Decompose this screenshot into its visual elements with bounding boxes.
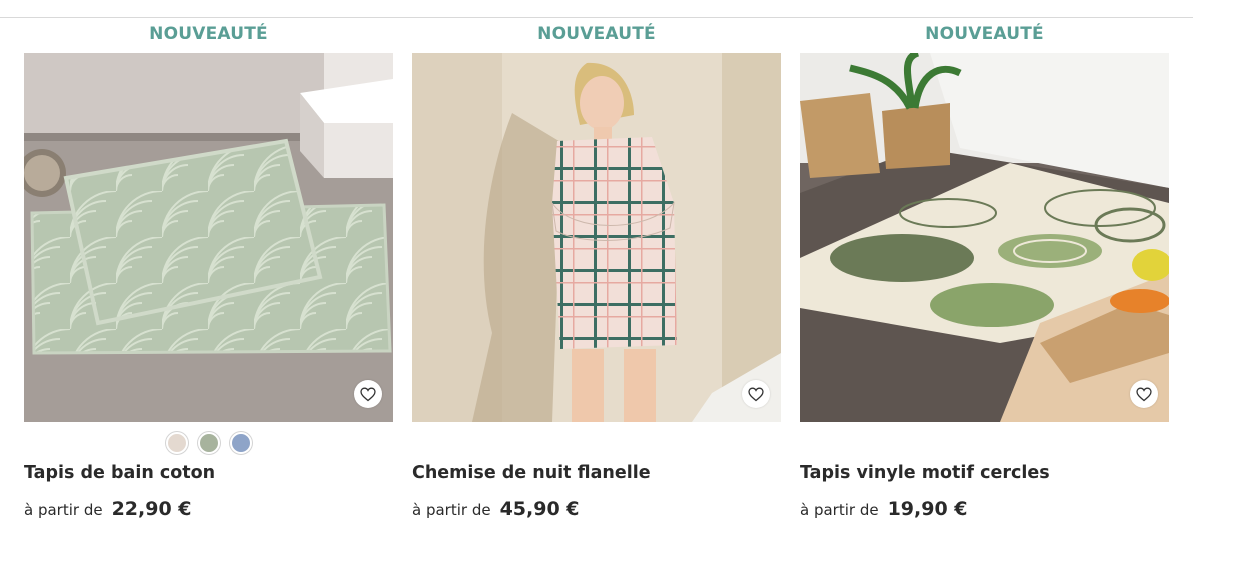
- price-prefix: à partir de: [800, 501, 879, 519]
- heart-outline-icon: [360, 387, 376, 401]
- swatch-spacer: [412, 422, 781, 464]
- product-card[interactable]: NOUVEAUTÉ: [24, 18, 393, 520]
- product-image[interactable]: [800, 53, 1169, 422]
- product-title[interactable]: Tapis vinyle motif cercles: [800, 460, 1169, 486]
- price-row: à partir de 45,90 €: [412, 498, 781, 520]
- color-swatches: [24, 422, 393, 464]
- nightshirt-photo: [412, 53, 781, 422]
- product-grid: NOUVEAUTÉ Tapis de bain coton à partir d…: [24, 18, 1169, 538]
- product-image[interactable]: [412, 53, 781, 422]
- product-title[interactable]: Tapis de bain coton: [24, 460, 393, 486]
- vinyl-rug-photo: [800, 53, 1169, 422]
- new-badge: NOUVEAUTÉ: [925, 24, 1044, 44]
- product-price: 22,90 €: [111, 498, 192, 520]
- product-price: 45,90 €: [499, 498, 580, 520]
- product-price: 19,90 €: [887, 498, 968, 520]
- product-image[interactable]: [24, 53, 393, 422]
- heart-outline-icon: [1136, 387, 1152, 401]
- price-row: à partir de 19,90 €: [800, 498, 1169, 520]
- color-swatch-sage[interactable]: [197, 432, 220, 454]
- new-badge: NOUVEAUTÉ: [537, 24, 656, 44]
- price-prefix: à partir de: [412, 501, 491, 519]
- swatch-spacer: [800, 422, 1169, 464]
- product-card[interactable]: NOUVEAUTÉ: [412, 18, 781, 520]
- product-card[interactable]: NOUVEAUTÉ: [800, 18, 1169, 520]
- favorite-button[interactable]: [1130, 380, 1158, 408]
- favorite-button[interactable]: [354, 380, 382, 408]
- color-swatch-beige[interactable]: [165, 432, 188, 454]
- heart-outline-icon: [748, 387, 764, 401]
- price-prefix: à partir de: [24, 501, 103, 519]
- new-badge: NOUVEAUTÉ: [149, 24, 268, 44]
- product-title[interactable]: Chemise de nuit flanelle: [412, 460, 781, 486]
- bath-mat-photo: [24, 53, 393, 422]
- price-row: à partir de 22,90 €: [24, 498, 393, 520]
- favorite-button[interactable]: [742, 380, 770, 408]
- color-swatch-blue[interactable]: [229, 432, 252, 454]
